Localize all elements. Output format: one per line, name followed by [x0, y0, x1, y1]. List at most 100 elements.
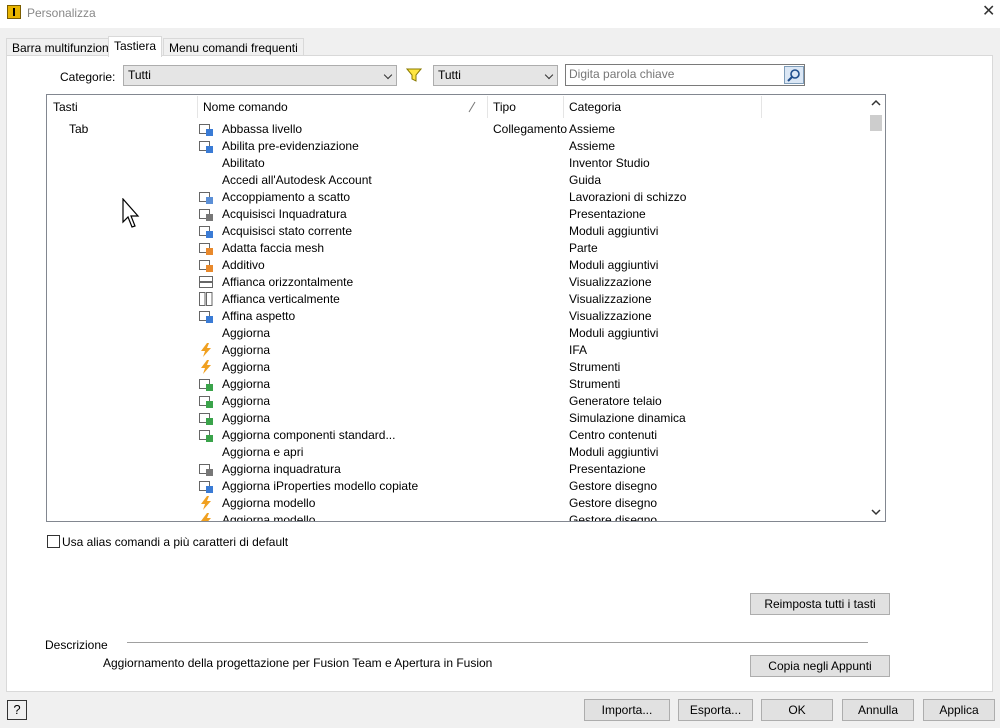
simulation-update-icon	[199, 413, 213, 425]
tab-menu-comandi-frequenti[interactable]: Menu comandi frequenti	[163, 38, 304, 56]
copy-to-clipboard-button[interactable]: Copia negli Appunti	[750, 655, 890, 677]
tab-barra-multifunzione[interactable]: Barra multifunzione	[6, 38, 122, 56]
table-row[interactable]: Accoppiamento a scatto Lavorazioni di sch…	[47, 189, 867, 206]
row-key-cell: Tab	[69, 122, 89, 136]
table-row[interactable]: Aggiorna componenti standard... Centro co…	[47, 427, 867, 444]
search-icon	[787, 69, 800, 82]
row-category-cell: Presentazione	[569, 207, 646, 221]
description-text: Aggiornamento della progettazione per Fu…	[103, 656, 493, 670]
lightning-update-icon	[201, 513, 211, 521]
table-row[interactable]: Aggiorna inquadratura Presentazione	[47, 461, 867, 478]
row-category-cell: Generatore telaio	[569, 394, 662, 408]
cancel-button[interactable]: Annulla	[842, 699, 914, 721]
row-type-cell: Collegamento	[493, 122, 568, 136]
column-header-categoria[interactable]: Categoria	[569, 100, 621, 114]
category-dropdown[interactable]: Tutti	[123, 65, 397, 86]
table-row[interactable]: Aggiorna modello Gestore disegno	[47, 512, 867, 522]
row-category-cell: Visualizzazione	[569, 309, 652, 323]
table-row[interactable]: Aggiorna Moduli aggiuntivi	[47, 325, 867, 342]
table-row[interactable]: Abilita pre-evidenziazione Assieme	[47, 138, 867, 155]
row-command-name: Aggiorna	[222, 326, 271, 340]
table-row[interactable]: Aggiorna Strumenti	[47, 359, 867, 376]
row-command-name: Aggiorna	[222, 394, 271, 408]
commands-grid[interactable]: Tasti Nome comando Tipo Categoria Tab Abb…	[46, 94, 886, 522]
column-separator[interactable]	[563, 96, 564, 118]
mouse-cursor-icon	[122, 198, 140, 228]
filter-icon[interactable]	[406, 67, 422, 83]
row-command-name: Abilita pre-evidenziazione	[222, 139, 359, 153]
category-dropdown-value: Tutti	[128, 68, 151, 82]
vertical-scrollbar[interactable]	[867, 95, 885, 521]
column-header-nome-comando[interactable]: Nome comando	[203, 100, 288, 114]
row-category-cell: Visualizzazione	[569, 292, 652, 306]
frame-update-icon	[199, 396, 213, 408]
apply-button[interactable]: Applica	[923, 699, 995, 721]
row-command-name: Affianca verticalmente	[222, 292, 340, 306]
description-divider	[127, 642, 868, 643]
table-row[interactable]: Aggiorna e apri Moduli aggiuntivi	[47, 444, 867, 461]
column-separator[interactable]	[487, 96, 488, 118]
table-row[interactable]: Aggiorna IFA	[47, 342, 867, 359]
tile-horizontal-icon	[199, 276, 213, 288]
table-row[interactable]: Aggiorna modello Gestore disegno	[47, 495, 867, 512]
scroll-up-icon[interactable]	[871, 99, 881, 107]
table-row[interactable]: Affina aspetto Visualizzazione	[47, 308, 867, 325]
type-dropdown[interactable]: Tutti	[433, 65, 558, 86]
keyword-search-input[interactable]: Digita parola chiave	[565, 64, 805, 86]
capture-state-icon	[199, 226, 213, 238]
row-command-name: Aggiorna	[222, 343, 271, 357]
column-header-tipo[interactable]: Tipo	[493, 100, 516, 114]
capture-camera-icon	[199, 209, 213, 221]
title-bar: Personalizza ✕	[0, 0, 1000, 28]
tab-tastiera[interactable]: Tastiera	[108, 36, 163, 57]
alias-checkbox[interactable]	[47, 535, 60, 548]
column-separator[interactable]	[197, 96, 198, 118]
table-row[interactable]: Abilitato Inventor Studio	[47, 155, 867, 172]
column-separator[interactable]	[761, 96, 762, 118]
table-row[interactable]: Acquisisci Inquadratura Presentazione	[47, 206, 867, 223]
grid-header: Tasti Nome comando Tipo Categoria	[47, 95, 867, 119]
import-button[interactable]: Importa...	[584, 699, 670, 721]
search-button[interactable]	[784, 66, 804, 84]
table-row[interactable]: Aggiorna iProperties modello copiate Gest…	[47, 478, 867, 495]
table-row[interactable]: Adatta faccia mesh Parte	[47, 240, 867, 257]
preselect-icon	[199, 141, 213, 153]
row-category-cell: Presentazione	[569, 462, 646, 476]
close-icon[interactable]: ✕	[982, 4, 995, 20]
refine-appearance-icon	[199, 311, 213, 323]
help-button[interactable]: ?	[7, 700, 27, 720]
mesh-face-icon	[199, 243, 213, 255]
table-row[interactable]: Tab Abbassa livello Collegamento Assieme	[47, 121, 867, 138]
window-title: Personalizza	[27, 6, 96, 20]
row-command-name: Aggiorna e apri	[222, 445, 304, 459]
ok-button[interactable]: OK	[761, 699, 833, 721]
table-row[interactable]: Additivo Moduli aggiuntivi	[47, 257, 867, 274]
row-command-name: Aggiorna componenti standard...	[222, 428, 396, 442]
table-row[interactable]: Acquisisci stato corrente Moduli aggiunti…	[47, 223, 867, 240]
reset-all-keys-button[interactable]: Reimposta tutti i tasti	[750, 593, 890, 615]
export-button[interactable]: Esporta...	[678, 699, 753, 721]
alias-checkbox-label[interactable]: Usa alias comandi a più caratteri di def…	[62, 535, 288, 549]
sort-indicator-icon	[468, 101, 476, 113]
table-row[interactable]: Affianca verticalmente Visualizzazione	[47, 291, 867, 308]
row-category-cell: Guida	[569, 173, 602, 187]
table-row[interactable]: Aggiorna Simulazione dinamica	[47, 410, 867, 427]
column-header-tasti[interactable]: Tasti	[53, 100, 78, 114]
table-row[interactable]: Aggiorna Strumenti	[47, 376, 867, 393]
table-row[interactable]: Affianca orizzontalmente Visualizzazione	[47, 274, 867, 291]
scrollbar-thumb[interactable]	[870, 115, 882, 131]
table-row[interactable]: Accedi all'Autodesk Account Guida	[47, 172, 867, 189]
row-category-cell: Centro contenuti	[569, 428, 658, 442]
row-command-name: Aggiorna modello	[222, 513, 316, 522]
document-update-icon	[199, 379, 213, 391]
inventor-app-icon	[7, 5, 21, 19]
row-command-name: Aggiorna iProperties modello copiate	[222, 479, 419, 493]
lightning-update-icon	[201, 360, 211, 374]
chevron-down-icon	[383, 70, 393, 80]
row-category-cell: Assieme	[569, 122, 616, 136]
row-category-cell: IFA	[569, 343, 588, 357]
row-command-name: Acquisisci stato corrente	[222, 224, 353, 238]
row-category-cell: Moduli aggiuntivi	[569, 445, 659, 459]
table-row[interactable]: Aggiorna Generatore telaio	[47, 393, 867, 410]
scroll-down-icon[interactable]	[871, 508, 881, 516]
